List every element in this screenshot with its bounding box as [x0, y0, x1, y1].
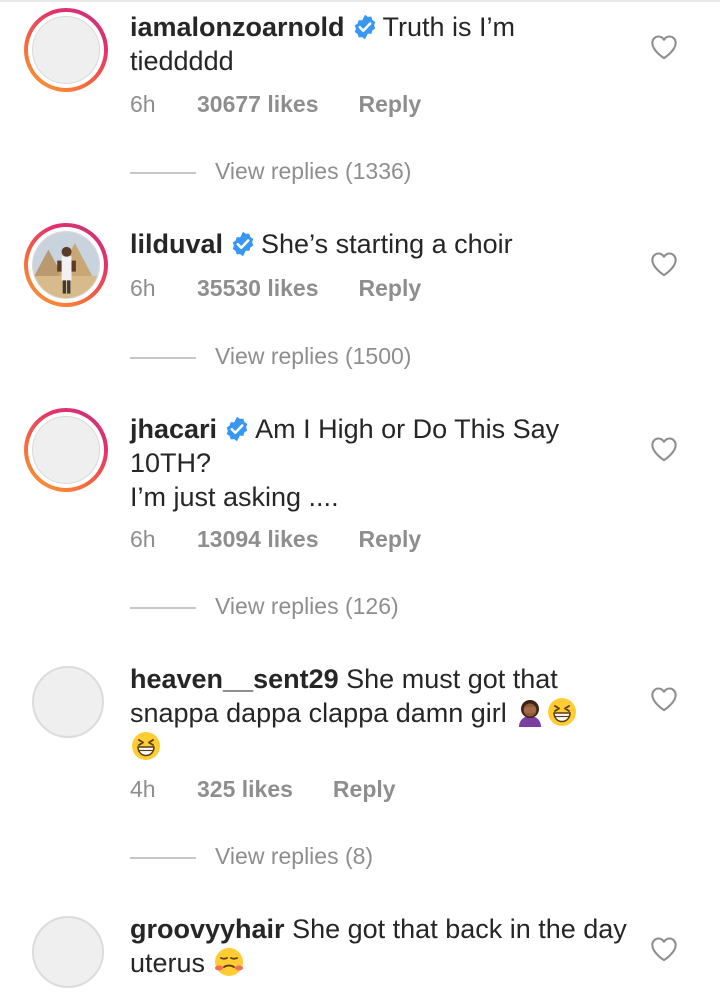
- view-replies-label: View replies (126): [215, 593, 399, 619]
- comment-meta: 6h 35530 likes Reply: [130, 275, 421, 302]
- view-replies-button[interactable]: View replies (126): [130, 588, 530, 628]
- comment-timestamp: 6h: [130, 275, 156, 301]
- avatar[interactable]: [32, 916, 104, 988]
- avatar[interactable]: [24, 8, 108, 92]
- comment-text: She’s starting a choir: [261, 229, 513, 259]
- heart-outline-icon[interactable]: [650, 436, 678, 462]
- replies-divider: [130, 607, 196, 609]
- heart-outline-icon[interactable]: [650, 686, 678, 712]
- heart-outline-icon[interactable]: [650, 34, 678, 60]
- replies-divider: [130, 172, 196, 174]
- replies-divider: [130, 857, 196, 859]
- reply-button[interactable]: Reply: [359, 275, 422, 302]
- reply-button[interactable]: Reply: [359, 526, 422, 553]
- avatar-placeholder: [32, 416, 100, 484]
- avatar[interactable]: [24, 408, 108, 492]
- username[interactable]: jhacari: [130, 414, 217, 444]
- verified-badge-icon: [232, 231, 254, 257]
- comment-body: jhacari Am I High or Do This Say 10TH? I’…: [130, 412, 630, 514]
- avatar-photo: [32, 231, 100, 299]
- grinning-squinting-emoji: [548, 698, 577, 726]
- heart-outline-icon[interactable]: [650, 936, 678, 962]
- comment-text: She got that back in the day: [292, 914, 627, 944]
- view-replies-label: View replies (1336): [215, 158, 412, 184]
- view-replies-label: View replies (1500): [215, 343, 412, 369]
- verified-badge-icon: [354, 14, 375, 40]
- avatar[interactable]: [32, 666, 104, 738]
- comment-body: iamalonzoarnold Truth is I’m tieddddd: [130, 10, 630, 78]
- likes-count[interactable]: 30677 likes: [197, 91, 319, 118]
- comment-text: I’m just asking ....: [130, 482, 339, 512]
- comment-body: heaven__sent29 She must got that snappa …: [130, 662, 630, 764]
- replies-divider: [130, 357, 196, 359]
- username[interactable]: groovyyhair: [130, 914, 285, 944]
- comment-timestamp: 6h: [130, 91, 156, 117]
- likes-count[interactable]: 325 likes: [197, 776, 293, 803]
- view-replies-button[interactable]: View replies (1336): [130, 153, 530, 193]
- comment-timestamp: 6h: [130, 526, 156, 552]
- comment-meta: 6h 13094 likes Reply: [130, 526, 421, 553]
- username[interactable]: heaven__sent29: [130, 664, 339, 694]
- comment-text: She must got that: [346, 664, 558, 694]
- comment-meta: 4h 325 likes Reply: [130, 776, 396, 803]
- avatar[interactable]: [24, 223, 108, 307]
- view-replies-button[interactable]: View replies (1500): [130, 338, 530, 378]
- likes-count[interactable]: 13094 likes: [197, 526, 319, 553]
- reply-button[interactable]: Reply: [333, 776, 396, 803]
- comment-text: snappa dappa clappa damn girl: [130, 698, 507, 728]
- comment-text: Truth is I’m: [382, 12, 516, 42]
- comment-body: groovyyhair She got that back in the day…: [130, 912, 630, 980]
- verified-badge-icon: [226, 416, 248, 442]
- avatar-placeholder: [32, 16, 100, 84]
- comment-text: Am I High or Do This Say: [255, 414, 560, 444]
- face-with-steam-emoji: [214, 948, 243, 976]
- grinning-squinting-emoji: [132, 732, 160, 760]
- top-divider: [0, 0, 720, 2]
- comment-text: uterus: [130, 948, 206, 978]
- reply-button[interactable]: Reply: [359, 91, 422, 118]
- username[interactable]: iamalonzoarnold: [130, 12, 345, 42]
- comment-timestamp: 4h: [130, 776, 156, 802]
- view-replies-button[interactable]: View replies (8): [130, 838, 530, 878]
- woman-facepalming-emoji: [519, 700, 542, 727]
- avatar-image: [33, 232, 99, 298]
- view-replies-label: View replies (8): [215, 843, 374, 869]
- heart-outline-icon[interactable]: [650, 251, 678, 277]
- comment-body: lilduval She’s starting a choir: [130, 227, 630, 261]
- username[interactable]: lilduval: [130, 229, 223, 259]
- comment-text: tieddddd: [130, 46, 234, 76]
- comment-text: 10TH?: [130, 448, 212, 478]
- likes-count[interactable]: 35530 likes: [197, 275, 319, 302]
- comment-meta: 6h 30677 likes Reply: [130, 91, 421, 118]
